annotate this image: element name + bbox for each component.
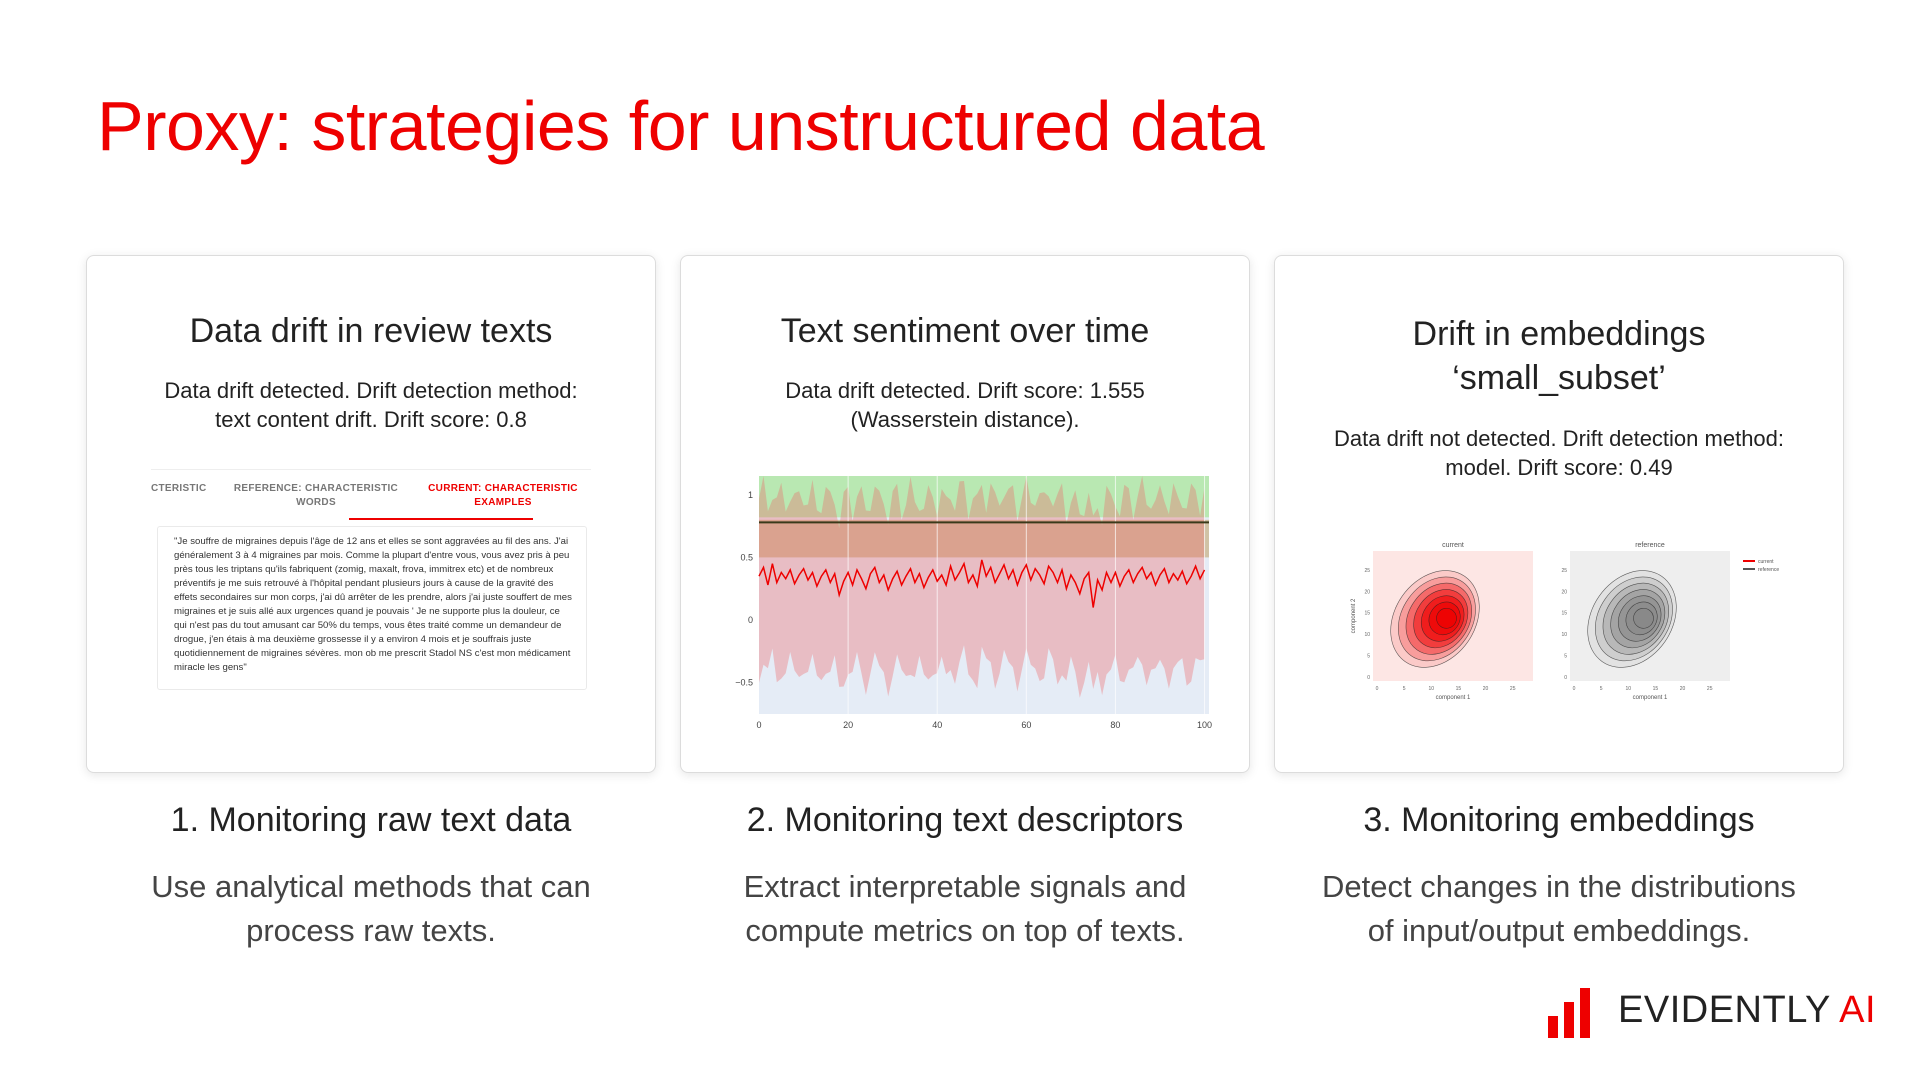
y-tick-label: 5 bbox=[1367, 654, 1370, 660]
y-tick-label: 25 bbox=[1364, 568, 1370, 574]
x-tick-label: 20 bbox=[843, 720, 853, 730]
y-tick-label: 20 bbox=[1561, 589, 1567, 595]
card-title: Drift in embeddings ‘small_subset’ bbox=[1275, 312, 1843, 400]
card-subtitle-line: model. Drift score: 0.49 bbox=[1445, 455, 1673, 480]
y-tick-label: 25 bbox=[1561, 568, 1567, 574]
y-tick-label: 0 bbox=[1367, 675, 1370, 681]
description-line: of input/output embeddings. bbox=[1367, 913, 1751, 948]
x-tick-label: 0 bbox=[1573, 686, 1576, 692]
active-tab-indicator bbox=[349, 518, 533, 520]
y-axis-label: component 2 bbox=[1351, 598, 1357, 633]
section-heading-descriptors: 2. Monitoring text descriptors bbox=[746, 801, 1184, 839]
y-tick-label: 0.5 bbox=[740, 552, 753, 562]
description-line: compute metrics on top of texts. bbox=[745, 913, 1185, 948]
x-tick-label: 25 bbox=[1707, 686, 1713, 692]
card-raw-text-drift: Data drift in review texts Data drift de… bbox=[86, 255, 656, 773]
slide-title: Proxy: strategies for unstructured data bbox=[97, 87, 1265, 165]
card-subtitle: Data drift not detected. Drift detection… bbox=[1305, 424, 1813, 482]
card-subtitle: Data drift detected. Drift score: 1.555 … bbox=[711, 376, 1219, 434]
card-subtitle-line: (Wasserstein distance). bbox=[850, 407, 1080, 432]
y-tick-label: 10 bbox=[1561, 632, 1567, 638]
y-tick-label: 15 bbox=[1364, 611, 1370, 617]
y-tick-label: 5 bbox=[1564, 654, 1567, 660]
logo-text-main: EVIDENTLY bbox=[1618, 989, 1831, 1031]
card-title-line: Drift in embeddings bbox=[1412, 315, 1706, 353]
example-tabs: CTERISTIC REFERENCE: CHARACTERISTIC WORD… bbox=[151, 469, 591, 508]
card-subtitle-line: Data drift detected. Drift detection met… bbox=[164, 378, 578, 403]
card-subtitle: Data drift detected. Drift detection met… bbox=[117, 376, 625, 434]
description-line: Detect changes in the distributions bbox=[1322, 869, 1796, 904]
section-description-embeddings: Detect changes in the distributions of i… bbox=[1259, 865, 1859, 953]
tab-reference-words[interactable]: REFERENCE: CHARACTERISTIC WORDS bbox=[231, 482, 401, 510]
card-text-sentiment: Text sentiment over time Data drift dete… bbox=[680, 255, 1250, 773]
x-tick-label: 0 bbox=[1376, 686, 1379, 692]
x-tick-label: 5 bbox=[1600, 686, 1603, 692]
x-axis-label: component 1 bbox=[1436, 695, 1471, 701]
x-tick-label: 20 bbox=[1483, 686, 1489, 692]
x-tick-label: 80 bbox=[1110, 720, 1120, 730]
panel-title: reference bbox=[1635, 542, 1665, 549]
card-subtitle-line: Data drift detected. Drift score: 1.555 bbox=[785, 378, 1145, 403]
x-tick-label: 20 bbox=[1680, 686, 1686, 692]
description-line: Extract interpretable signals and bbox=[743, 869, 1187, 904]
description-line: Use analytical methods that can bbox=[151, 869, 591, 904]
section-heading-embeddings: 3. Monitoring embeddings bbox=[1363, 801, 1755, 839]
card-title: Text sentiment over time bbox=[780, 312, 1150, 350]
legend-label: current bbox=[1758, 559, 1774, 565]
card-subtitle-line: Data drift not detected. Drift detection… bbox=[1333, 426, 1785, 451]
sentiment-line-chart: 1 0.5 0 −0.5 0 20 40 60 80 100 bbox=[735, 476, 1212, 730]
x-tick-label: 5 bbox=[1403, 686, 1406, 692]
y-tick-label: 0 bbox=[748, 615, 753, 625]
x-tick-label: 10 bbox=[1626, 686, 1632, 692]
x-tick-label: 40 bbox=[932, 720, 942, 730]
card-title: Data drift in review texts bbox=[189, 312, 553, 350]
tab-characteristic[interactable]: CTERISTIC bbox=[151, 482, 207, 496]
card-title-line: ‘small_subset’ bbox=[1452, 359, 1666, 397]
section-heading-raw-text: 1. Monitoring raw text data bbox=[170, 801, 572, 839]
characteristic-example-text: "Je souffre de migraines depuis l'âge de… bbox=[157, 526, 587, 690]
x-tick-label: 25 bbox=[1510, 686, 1516, 692]
section-description-raw-text: Use analytical methods that can process … bbox=[71, 865, 671, 953]
x-tick-label: 15 bbox=[1653, 686, 1659, 692]
tab-current-examples[interactable]: CURRENT: CHARACTERISTIC EXAMPLES bbox=[413, 482, 593, 510]
embedding-density-chart: current component 1 0 5 10 15 20 25 0 5 10 15 20 25 re… bbox=[1351, 542, 1779, 701]
y-tick-label: 1 bbox=[748, 490, 753, 500]
x-tick-label: 0 bbox=[756, 720, 761, 730]
logo-wordmark: EVIDENTLY AI bbox=[1618, 988, 1876, 1032]
legend-label: reference bbox=[1758, 567, 1779, 573]
y-tick-label: 15 bbox=[1561, 611, 1567, 617]
logo-text-accent: AI bbox=[1839, 989, 1877, 1031]
evidently-logo: EVIDENTLY AI bbox=[1546, 980, 1876, 1040]
y-tick-label: 0 bbox=[1564, 675, 1567, 681]
y-tick-label: 10 bbox=[1364, 632, 1370, 638]
description-line: process raw texts. bbox=[246, 913, 496, 948]
y-tick-label: 20 bbox=[1364, 589, 1370, 595]
section-description-descriptors: Extract interpretable signals and comput… bbox=[665, 865, 1265, 953]
x-tick-label: 10 bbox=[1429, 686, 1435, 692]
y-tick-label: −0.5 bbox=[735, 678, 753, 688]
card-embedding-drift: Drift in embeddings ‘small_subset’ Data … bbox=[1274, 255, 1844, 773]
x-tick-label: 100 bbox=[1197, 720, 1212, 730]
x-tick-label: 15 bbox=[1456, 686, 1462, 692]
x-tick-label: 60 bbox=[1021, 720, 1031, 730]
card-subtitle-line: text content drift. Drift score: 0.8 bbox=[215, 407, 527, 432]
bar-chart-logo-icon bbox=[1548, 988, 1590, 1038]
x-axis-label: component 1 bbox=[1633, 695, 1668, 701]
panel-title: current bbox=[1442, 542, 1464, 549]
